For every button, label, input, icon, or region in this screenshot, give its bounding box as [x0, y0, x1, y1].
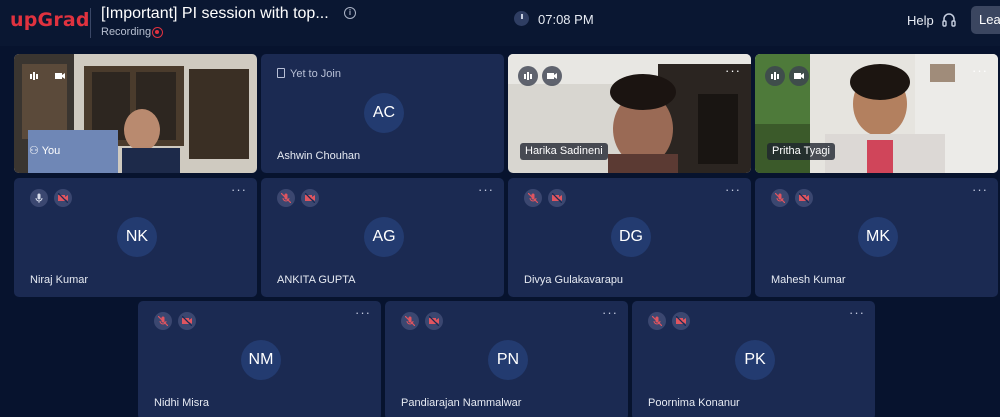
info-icon[interactable]: i [344, 7, 356, 19]
clock-icon [514, 11, 529, 26]
camera-icon [542, 66, 562, 86]
more-options-icon[interactable]: ··· [231, 182, 247, 197]
camera-icon [789, 66, 809, 86]
participant-tile-ankita[interactable]: ··· AG ANKITA GUPTA [261, 178, 504, 297]
camera-off-icon [425, 312, 443, 330]
participant-name: Pritha Tyagi [767, 143, 835, 160]
participant-tile-divya[interactable]: ··· DG Divya Gulakavarapu [508, 178, 751, 297]
more-options-icon[interactable]: ··· [355, 305, 371, 320]
camera-icon [50, 66, 70, 86]
door-icon [277, 68, 285, 78]
leave-button[interactable]: Lea [971, 6, 1000, 34]
participant-tile-pandiarajan[interactable]: ··· PN Pandiarajan Nammalwar [385, 301, 628, 417]
participant-name: Pandiarajan Nammalwar [401, 397, 522, 409]
avatar: MK [858, 217, 898, 257]
participant-name: ANKITA GUPTA [277, 274, 356, 286]
participant-name: Divya Gulakavarapu [524, 274, 624, 286]
avatar: AG [364, 217, 404, 257]
more-options-icon[interactable]: ··· [478, 182, 494, 197]
self-name: You [41, 145, 61, 157]
participant-name: Ashwin Chouhan [277, 150, 361, 162]
participant-tile-harika[interactable]: ··· Harika Sadineni [508, 54, 751, 173]
camera-off-icon [795, 189, 813, 207]
header-divider [90, 8, 91, 38]
more-options-icon[interactable]: ··· [725, 182, 741, 197]
mic-off-icon [277, 189, 295, 207]
recording-icon [152, 27, 163, 38]
participant-name: Poornima Konanur [648, 397, 740, 409]
mic-off-icon [771, 189, 789, 207]
audio-level-icon [24, 66, 44, 86]
mic-off-icon [401, 312, 419, 330]
participant-tile-poornima[interactable]: ··· PK Poornima Konanur [632, 301, 875, 417]
audio-level-icon [518, 66, 538, 86]
camera-off-icon [178, 312, 196, 330]
headset-icon[interactable] [941, 12, 957, 28]
upgrad-logo: upGrad [10, 9, 90, 31]
help-link[interactable]: Help [907, 13, 934, 28]
avatar: DG [611, 217, 651, 257]
mic-icon [30, 189, 48, 207]
participant-tile-pritha[interactable]: ··· Pritha Tyagi [755, 54, 998, 173]
more-options-icon[interactable]: ··· [972, 182, 988, 197]
yet-to-join-status: Yet to Join [277, 68, 341, 80]
audio-level-icon [765, 66, 785, 86]
person-icon: ⚇ [29, 145, 42, 157]
participant-name: Mahesh Kumar [771, 274, 846, 286]
participant-name: Nidhi Misra [154, 397, 210, 409]
camera-off-icon [301, 189, 319, 207]
avatar: PN [488, 340, 528, 380]
self-video-tile[interactable]: ⚇ You [14, 54, 257, 173]
avatar: NK [117, 217, 157, 257]
more-options-icon[interactable]: ··· [602, 305, 618, 320]
participant-name: Niraj Kumar [30, 274, 89, 286]
mic-off-icon [648, 312, 666, 330]
avatar: AC [364, 93, 404, 133]
more-options-icon[interactable]: ··· [849, 305, 865, 320]
more-options-icon[interactable]: ··· [972, 63, 988, 78]
camera-off-icon [548, 189, 566, 207]
participant-tile-nidhi[interactable]: ··· NM Nidhi Misra [138, 301, 381, 417]
top-bar: upGrad [Important] PI session with top..… [0, 0, 1000, 46]
more-options-icon[interactable]: ··· [725, 63, 741, 78]
yet-to-join-label: Yet to Join [290, 68, 341, 80]
session-title: [Important] PI session with top... [101, 5, 329, 22]
participant-tile-mahesh[interactable]: ··· MK Mahesh Kumar [755, 178, 998, 297]
camera-off-icon [54, 189, 72, 207]
participant-tile-ashwin[interactable]: Yet to Join AC Ashwin Chouhan [261, 54, 504, 173]
camera-off-icon [672, 312, 690, 330]
avatar: NM [241, 340, 281, 380]
mic-off-icon [524, 189, 542, 207]
recording-label: Recording [101, 26, 152, 38]
participant-tile-niraj[interactable]: ··· NK Niraj Kumar [14, 178, 257, 297]
mic-off-icon [154, 312, 172, 330]
self-label: ⚇ You [24, 143, 65, 160]
session-time: 07:08 PM [538, 12, 594, 27]
participant-name: Harika Sadineni [520, 143, 608, 160]
avatar: PK [735, 340, 775, 380]
